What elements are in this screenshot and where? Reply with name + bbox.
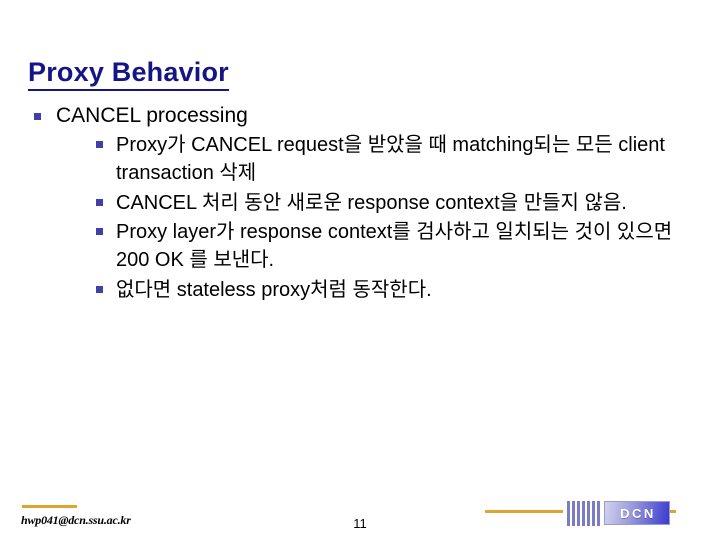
bullet-square-icon (34, 113, 41, 120)
bullet-square-icon (96, 285, 103, 293)
dcn-logo: DCN (567, 499, 670, 527)
slide-body: CANCEL processing Proxy가 CANCEL request을… (30, 103, 702, 305)
bullet-text: 없다면 stateless proxy처럼 동작한다. (116, 278, 432, 301)
logo-badge: DCN (604, 501, 670, 525)
bullet-square-icon (96, 140, 103, 148)
list-item: CANCEL 처리 동안 새로운 response context을 만들지 않… (92, 189, 702, 217)
list-item: 없다면 stateless proxy처럼 동작한다. (92, 276, 702, 304)
list-item: Proxy가 CANCEL request을 받았을 때 matching되는 … (92, 131, 702, 188)
bullet-text: CANCEL 처리 동안 새로운 response context을 만들지 않… (116, 191, 627, 214)
bullet-text: Proxy layer가 response context를 검사하고 일치되는… (116, 221, 673, 272)
bullet-text: CANCEL processing (56, 104, 248, 127)
page-title: Proxy Behavior (28, 57, 229, 91)
logo-label: DCN (620, 505, 656, 521)
footer-divider-left (22, 505, 77, 508)
bullet-square-icon (96, 198, 103, 206)
bullet-text: Proxy가 CANCEL request을 받았을 때 matching되는 … (116, 133, 665, 185)
bullet-list-level1: CANCEL processing Proxy가 CANCEL request을… (30, 103, 702, 304)
slide-canvas: Proxy Behavior CANCEL processing Proxy가 … (0, 0, 720, 540)
footer-divider-middle (485, 510, 563, 513)
logo-bars-icon (567, 500, 600, 526)
title-block: Proxy Behavior (28, 40, 688, 109)
list-item: CANCEL processing Proxy가 CANCEL request을… (30, 103, 702, 304)
bullet-square-icon (96, 228, 103, 236)
list-item: Proxy layer가 response context를 검사하고 일치되는… (92, 218, 702, 275)
bullet-list-level2: Proxy가 CANCEL request을 받았을 때 matching되는 … (92, 131, 702, 304)
